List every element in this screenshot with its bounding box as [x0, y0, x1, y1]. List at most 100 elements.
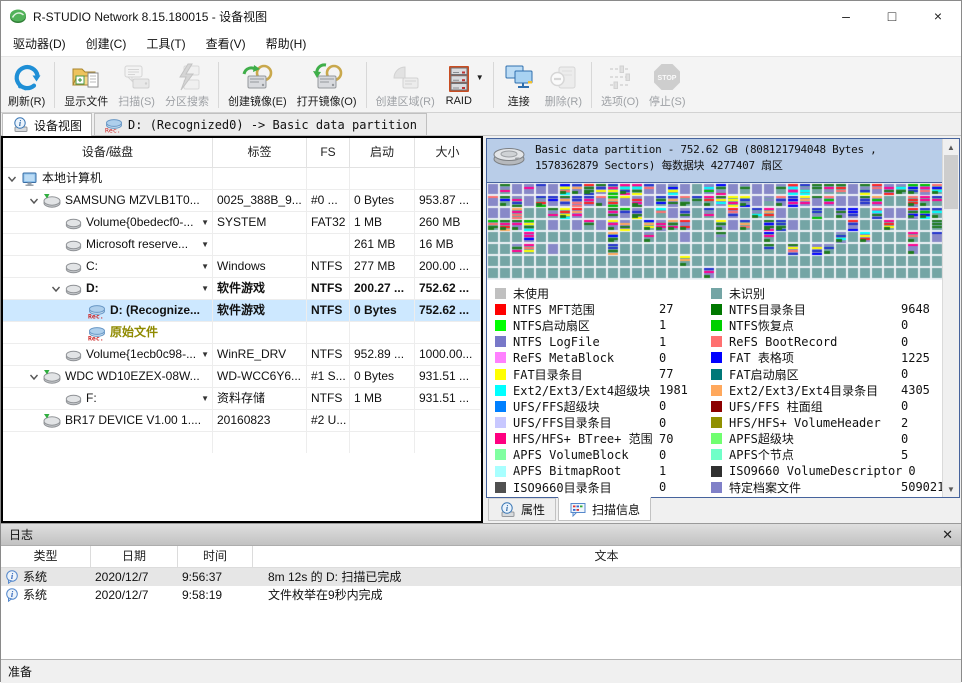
chevron-expanded-icon[interactable]	[29, 196, 43, 206]
row-dropdown-icon[interactable]: ▼	[201, 234, 209, 255]
svg-text:Rec.: Rec.	[88, 312, 104, 319]
row-dropdown-icon[interactable]: ▼	[201, 344, 209, 365]
maximize-button[interactable]: □	[869, 1, 915, 31]
minimize-button[interactable]: –	[823, 1, 869, 31]
tree-column-header-3[interactable]: FS	[307, 138, 350, 168]
legend-item: ISO9660 VolumeDescriptor0	[711, 463, 942, 479]
scan-block-map[interactable]	[487, 183, 943, 280]
tree-row-label-cell: 资料存储	[213, 388, 307, 410]
tree-row[interactable]: BR17 DEVICE V1.00 1....20160823#2 U...	[3, 410, 481, 432]
log-close-icon[interactable]: ✕	[942, 527, 953, 543]
legend-label: FAT启动扇区	[729, 366, 895, 383]
tree-row[interactable]: Rec.原始文件	[3, 322, 481, 344]
subtab-scan-info[interactable]: 扫描信息	[558, 497, 651, 521]
scroll-thumb[interactable]	[944, 155, 958, 209]
svg-text:Rec.: Rec.	[88, 334, 104, 341]
device-name: D:	[86, 278, 99, 299]
chevron-expanded-icon[interactable]	[29, 372, 43, 382]
chevron-expanded-icon[interactable]	[7, 174, 21, 184]
row-dropdown-icon[interactable]: ▼	[201, 388, 209, 409]
tree-row-size-cell: 1000.00...	[415, 344, 481, 366]
tree-column-header-5[interactable]: 大小	[415, 138, 481, 168]
svg-text:STOP: STOP	[658, 74, 677, 81]
chevron-down-icon[interactable]: ▼	[476, 73, 484, 82]
legend-count: 1	[659, 335, 666, 349]
tree-row[interactable]: WDC WD10EZEX-08W...WD-WCC6Y6...#1 S...0 …	[3, 366, 481, 388]
legend-count: 0	[901, 318, 908, 332]
tree-row-size-cell	[415, 410, 481, 432]
toolbar-button-create-image[interactable]: 创建镜像(E)	[223, 60, 292, 110]
legend-swatch	[711, 385, 722, 396]
log-column-header-2[interactable]: 日期	[91, 546, 178, 568]
log-column-header-3[interactable]: 时间	[178, 546, 253, 568]
tab-device-view[interactable]: i设备视图	[2, 113, 92, 136]
tree-column-header-4[interactable]: 启动	[350, 138, 415, 168]
tree-row[interactable]: Microsoft reserve...▼261 MB16 MB	[3, 234, 481, 256]
close-button[interactable]: ×	[915, 1, 961, 31]
tree-row[interactable]: Rec.D: (Recognize...软件游戏NTFS0 Bytes752.6…	[3, 300, 481, 322]
log-row[interactable]: i系统2020/12/79:56:378m 12s 的 D: 扫描已完成	[1, 568, 961, 586]
tree-row[interactable]: SAMSUNG MZVLB1T0...0025_388B_9...#0 ...0…	[3, 190, 481, 212]
tree-row-size-cell	[415, 322, 481, 344]
tree-column-header-2[interactable]: 标签	[213, 138, 307, 168]
toolbar-button-scan: 扫描(S)	[113, 60, 160, 110]
toolbar-button-open-image[interactable]: 打开镜像(O)	[292, 60, 362, 110]
info-bubble-icon: i	[5, 570, 19, 584]
legend-column-left: 未使用NTFS MFT范围27NTFS启动扇区1NTFS LogFile1ReF…	[495, 285, 711, 497]
tree-row-boot-cell: 277 MB	[350, 256, 415, 278]
tree-row-fs-cell	[307, 322, 350, 344]
scroll-track[interactable]	[943, 209, 959, 481]
tree-row-boot-cell: 0 Bytes	[350, 300, 415, 322]
tree-row-name-cell: C:▼	[3, 256, 213, 278]
subtab-properties[interactable]: i属性	[488, 498, 556, 521]
toolbar-button-label: 刷新(R)	[8, 93, 45, 109]
tree-row-label-cell: WinRE_DRV	[213, 344, 307, 366]
row-dropdown-icon[interactable]: ▼	[201, 256, 209, 277]
tree-row[interactable]: D:▼软件游戏NTFS200.27 ...752.62 ...	[3, 278, 481, 300]
tree-row[interactable]: F:▼资料存储NTFS1 MB931.51 ...	[3, 388, 481, 410]
toolbar-button-show-files[interactable]: 显示文件	[59, 60, 113, 110]
row-dropdown-icon[interactable]: ▼	[201, 212, 209, 233]
volume-icon	[65, 347, 82, 363]
scan-scrollbar[interactable]: ▲ ▼	[942, 139, 959, 497]
legend-label: FAT 表格项	[729, 349, 895, 366]
toolbar-button-label: 显示文件	[64, 93, 108, 109]
legend-label: ReFS MetaBlock	[513, 351, 653, 365]
menu-item-2[interactable]: 创建(C)	[76, 32, 137, 55]
menu-item-5[interactable]: 帮助(H)	[256, 32, 317, 55]
scroll-down-icon[interactable]: ▼	[943, 481, 959, 497]
tree-empty-cell	[307, 432, 350, 453]
log-type-cell: i系统	[1, 586, 91, 604]
tree-row[interactable]: 本地计算机	[3, 168, 481, 190]
toolbar-button-raid[interactable]: RAID ▼	[440, 62, 489, 108]
title-bar: R-STUDIO Network 8.15.180015 - 设备视图 – □ …	[1, 1, 961, 31]
tree-row-label-cell	[213, 234, 307, 256]
tree-row[interactable]: C:▼WindowsNTFS277 MB200.00 ...	[3, 256, 481, 278]
toolbar-button-label: RAID	[446, 95, 472, 107]
toolbar-button-connect[interactable]: 连接	[498, 60, 540, 110]
tree-row[interactable]: Volume{1ecb0c98-...▼WinRE_DRVNTFS952.89 …	[3, 344, 481, 366]
disk-3d-icon	[491, 142, 527, 168]
log-row[interactable]: i系统2020/12/79:58:19文件枚举在9秒内完成	[1, 586, 961, 604]
tree-row-name-cell: Rec.D: (Recognize...	[3, 300, 213, 322]
menu-item-1[interactable]: 驱动器(D)	[3, 32, 76, 55]
tab-partition[interactable]: Rec.D: (Recognized0) -> Basic data parti…	[94, 113, 427, 135]
menu-item-4[interactable]: 查看(V)	[196, 32, 256, 55]
toolbar-button-refresh[interactable]: 刷新(R)	[3, 60, 50, 110]
log-empty-area	[1, 604, 961, 659]
legend-item: FAT 表格项1225	[711, 350, 942, 366]
subtab-label: 扫描信息	[592, 501, 640, 518]
menu-item-3[interactable]: 工具(T)	[136, 32, 195, 55]
row-dropdown-icon[interactable]: ▼	[201, 278, 209, 299]
legend-count: 0	[659, 448, 666, 462]
chevron-expanded-icon[interactable]	[51, 284, 65, 294]
toolbar-button-inner: 打开镜像(O)	[297, 61, 357, 109]
log-type-cell: i系统	[1, 568, 91, 586]
tab-label: 设备视图	[34, 117, 82, 134]
log-column-header-4[interactable]: 文本	[253, 546, 961, 568]
tree-row[interactable]: Volume{0bedecf0-...▼SYSTEMFAT321 MB260 M…	[3, 212, 481, 234]
stop-icon: STOP	[652, 61, 682, 93]
tree-column-header-1[interactable]: 设备/磁盘˄	[3, 138, 213, 168]
log-column-header-1[interactable]: 类型	[1, 546, 91, 568]
scroll-up-icon[interactable]: ▲	[943, 139, 959, 155]
